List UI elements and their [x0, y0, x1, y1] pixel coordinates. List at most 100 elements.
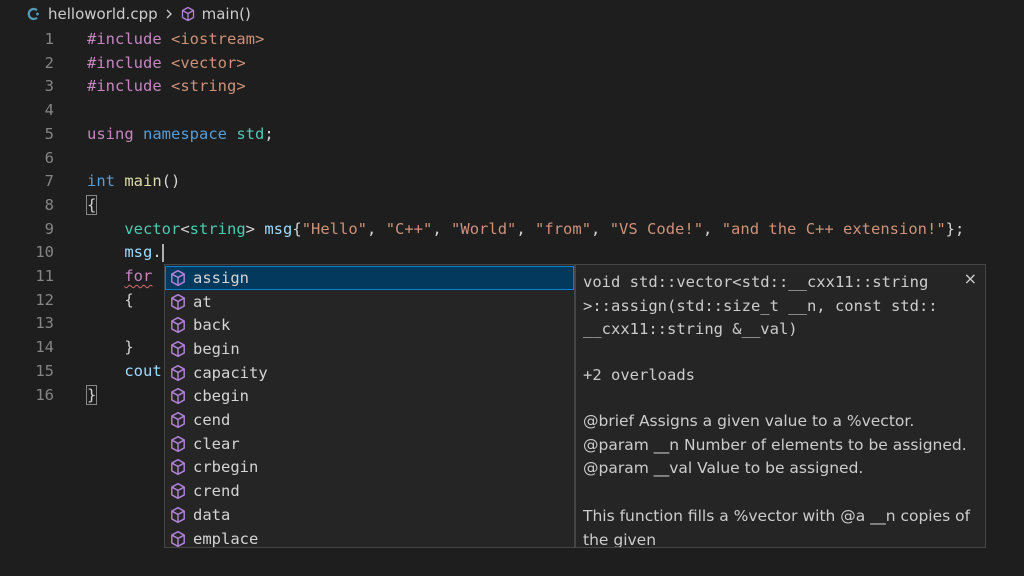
line-number: 13	[35, 314, 54, 333]
code-line[interactable]: 1 #include <iostream>	[0, 28, 1024, 52]
code-text[interactable]: #include <iostream>	[87, 28, 264, 52]
code-text[interactable]: #include <string>	[87, 75, 246, 99]
code-text[interactable]: vector<string> msg{"Hello", "C++", "Worl…	[87, 218, 964, 242]
code-text[interactable]: using namespace std;	[87, 123, 274, 147]
breadcrumb-symbol[interactable]: main()	[202, 5, 251, 23]
breadcrumb: helloworld.cpp main()	[0, 0, 1024, 28]
code-line[interactable]: 10 msg.	[0, 241, 1024, 265]
suggestion-item[interactable]: crbegin	[165, 456, 574, 480]
code-token: <	[180, 219, 190, 238]
suggestion-item[interactable]: emplace	[165, 527, 574, 548]
code-token: using	[87, 124, 143, 143]
suggestion-label: crbegin	[193, 458, 259, 477]
line-number: 2	[44, 53, 54, 72]
code-token: ,	[432, 219, 452, 238]
doc-line: @param __n Number of elements to be assi…	[583, 435, 967, 454]
code-text[interactable]: cout	[87, 360, 162, 384]
suggestion-label: emplace	[193, 529, 259, 548]
code-token: .	[152, 243, 162, 262]
line-number: 4	[44, 101, 54, 120]
code-line[interactable]: 3 #include <string>	[0, 75, 1024, 99]
suggestion-label: data	[193, 505, 231, 524]
code-line[interactable]: 9 vector<string> msg{"Hello", "C++", "Wo…	[0, 218, 1024, 242]
code-token: ,	[703, 219, 722, 238]
code-line[interactable]: 6	[0, 147, 1024, 171]
code-token: >	[245, 219, 265, 238]
code-token: ,	[591, 219, 610, 238]
code-token: };	[945, 219, 965, 238]
suggestion-item[interactable]: capacity	[165, 361, 574, 385]
suggestion-list[interactable]: assign at back begin capacity cbegin cend clear…	[164, 264, 575, 548]
method-cube-icon	[169, 458, 187, 476]
suggestion-item[interactable]: data	[165, 503, 574, 527]
code-text[interactable]: for	[87, 265, 152, 289]
suggestion-item[interactable]: assign	[165, 266, 574, 290]
line-number: 5	[44, 124, 54, 143]
code-text[interactable]: {	[87, 289, 133, 313]
line-number: 6	[44, 148, 54, 167]
suggestion-details: void std::vector<std::__cxx11::string >:…	[575, 264, 986, 548]
code-token: #include	[87, 53, 171, 72]
code-token: for	[124, 267, 153, 285]
code-text[interactable]: }	[87, 336, 134, 360]
code-token: {	[85, 194, 98, 215]
code-line[interactable]: 7 int main()	[0, 170, 1024, 194]
suggestion-item[interactable]: cbegin	[165, 385, 574, 409]
code-text[interactable]: }	[85, 384, 98, 408]
suggestion-label: cbegin	[193, 387, 249, 406]
code-line[interactable]: 8{	[0, 194, 1024, 218]
suggestion-item[interactable]: crend	[165, 479, 574, 503]
suggestion-item[interactable]: back	[165, 313, 574, 337]
method-cube-icon	[169, 269, 187, 287]
breadcrumb-file[interactable]: helloworld.cpp	[48, 5, 158, 23]
overloads-text: +2 overloads	[583, 366, 695, 384]
code-line[interactable]: 4	[0, 99, 1024, 123]
signature-text: void std::vector<std::__cxx11::string >:…	[583, 273, 938, 339]
code-token: "Hello"	[301, 219, 368, 238]
line-number: 8	[44, 195, 54, 214]
text-cursor	[161, 243, 164, 262]
code-token: cout	[87, 361, 162, 380]
suggestion-label: cend	[193, 411, 231, 430]
close-icon[interactable]: ×	[964, 269, 977, 288]
line-number: 1	[44, 30, 54, 48]
code-token: }	[85, 384, 98, 405]
code-token: vector	[87, 219, 181, 238]
method-cube-icon	[169, 387, 187, 405]
code-text[interactable]: #include <vector>	[87, 52, 246, 76]
suggestion-label: crend	[193, 482, 240, 501]
suggestion-item[interactable]: clear	[165, 432, 574, 456]
line-number: 11	[35, 267, 54, 285]
suggestion-item[interactable]: begin	[165, 337, 574, 361]
method-cube-icon	[169, 530, 187, 547]
suggestion-label: capacity	[193, 363, 268, 382]
code-token: "VS Code!"	[609, 219, 704, 238]
code-token: "World"	[451, 219, 517, 238]
code-token: ()	[161, 172, 181, 191]
code-text[interactable]: {	[85, 194, 98, 218]
code-text[interactable]: msg.	[87, 241, 164, 265]
method-cube-icon	[169, 482, 187, 500]
code-token: <iostream>	[171, 30, 265, 48]
doc-paragraph: This function fills a %vector with @a __…	[583, 506, 971, 548]
code-token: "C++"	[385, 219, 433, 238]
suggestion-item[interactable]: cend	[165, 408, 574, 432]
code-token: "and the C++ extension!"	[721, 219, 946, 238]
code-token: #include	[87, 77, 171, 96]
suggestion-item[interactable]: at	[165, 290, 574, 314]
suggestion-label: at	[193, 292, 212, 311]
code-line[interactable]: 2 #include <vector>	[0, 52, 1024, 76]
chevron-right-icon	[164, 6, 174, 22]
method-cube-icon	[169, 316, 187, 334]
code-text[interactable]: int main()	[87, 170, 180, 194]
method-cube-icon	[169, 364, 187, 382]
code-token: }	[87, 338, 134, 357]
suggestion-label: assign	[193, 268, 249, 287]
code-line[interactable]: 5 using namespace std;	[0, 123, 1024, 147]
code-token: msg	[87, 243, 153, 262]
line-number: 9	[44, 219, 54, 238]
code-token: ,	[367, 219, 386, 238]
code-token: #include	[87, 30, 171, 48]
method-cube-icon	[169, 435, 187, 453]
